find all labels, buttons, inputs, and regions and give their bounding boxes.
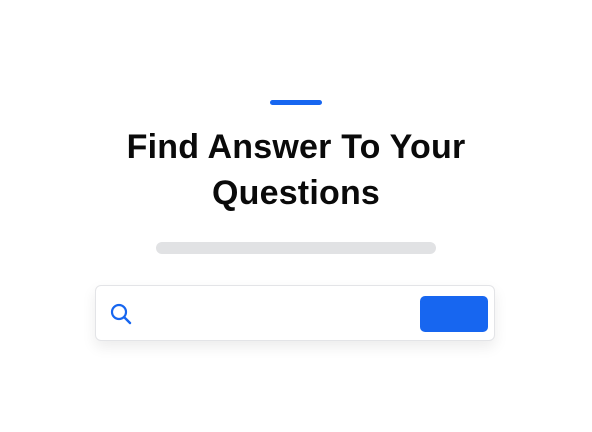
page-title-line-1: Find Answer To Your (126, 128, 466, 166)
search-icon (109, 302, 133, 326)
search-input[interactable] (142, 298, 402, 330)
search-button[interactable] (420, 296, 488, 332)
subtitle-placeholder-bar (156, 242, 436, 254)
page-title-line-2: Questions (211, 174, 381, 212)
page-title: Find Answer To Your Questions (96, 124, 496, 216)
search-bar (95, 285, 495, 341)
accent-divider (270, 100, 322, 105)
